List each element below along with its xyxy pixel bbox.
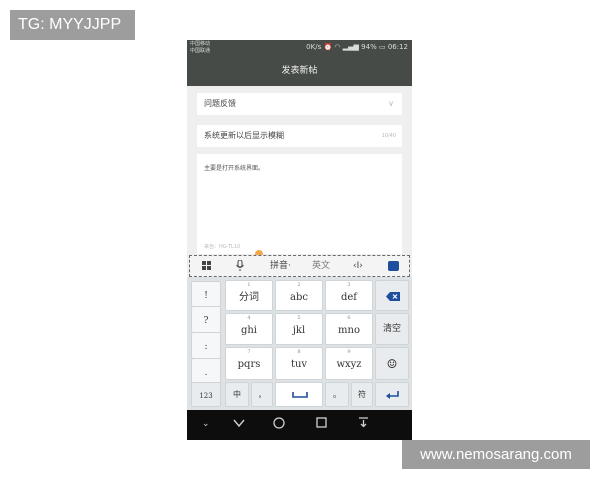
page-title: 发表新帖: [187, 56, 412, 86]
keyboard: ! ? : . 1 分词 2 abc 3 def 4 ghi 5 jkl 6 mno 清空 …: [187, 277, 412, 410]
keyboard-toolbar: 拼音· 英文 ‹I›: [189, 255, 410, 277]
hide-keyboard-icon[interactable]: [388, 256, 399, 276]
key-4[interactable]: 4 ghi: [225, 313, 273, 345]
english-mode[interactable]: 英文: [312, 256, 330, 276]
battery-icon: ▭: [378, 43, 386, 51]
clear-key[interactable]: 清空: [375, 313, 409, 345]
watermark-top-left: TG: MYYJJPP: [10, 10, 135, 40]
symbols-key[interactable]: 符: [351, 382, 373, 407]
navigation-bar: ⌄: [187, 410, 412, 440]
lang-key[interactable]: 中: [225, 382, 249, 407]
chevron-down-icon: ∨: [388, 99, 394, 108]
space-key[interactable]: [275, 382, 323, 407]
network-speed: 0K/s: [306, 43, 322, 51]
phone-screen: 中国移动 中国联通 0K/s ⏰ ◠ ▂▄▆ 94% ▭ 06:12 发表新帖 …: [187, 40, 412, 440]
emoji-key[interactable]: ☺: [375, 347, 409, 380]
backspace-key[interactable]: [375, 280, 409, 311]
title-input[interactable]: 系统更新以后显示模糊 10/40: [197, 125, 402, 147]
comma-key[interactable]: ，: [251, 382, 273, 407]
microphone-icon[interactable]: [236, 256, 244, 276]
status-bar: 中国移动 中国联通 0K/s ⏰ ◠ ▂▄▆ 94% ▭ 06:12: [187, 40, 412, 56]
key-9[interactable]: 9 wxyz: [325, 347, 373, 380]
collapse-icon[interactable]: ⌄: [202, 417, 210, 431]
enter-key[interactable]: [375, 382, 409, 407]
pinyin-mode[interactable]: 拼音·: [270, 256, 291, 276]
title-value: 系统更新以后显示模糊: [204, 131, 284, 140]
wifi-icon: ◠: [334, 43, 341, 51]
signal-icon: ▂▄▆: [342, 43, 359, 51]
clock: 06:12: [387, 43, 408, 51]
key-1[interactable]: 1 分词: [225, 280, 273, 311]
alarm-icon: ⏰: [323, 43, 333, 51]
watermark-bottom-right: www.nemosarang.com: [402, 440, 590, 469]
battery-percent: 94%: [361, 43, 377, 51]
carrier-label: 中国移动 中国联通: [190, 41, 211, 54]
key-question[interactable]: ?: [191, 307, 221, 333]
home-icon[interactable]: [273, 417, 285, 432]
notification-icon[interactable]: [358, 417, 369, 432]
key-5[interactable]: 5 jkl: [275, 313, 323, 345]
grid-icon[interactable]: [202, 256, 211, 276]
emoji-icon: ☺: [386, 357, 398, 371]
key-3[interactable]: 3 def: [325, 280, 373, 311]
cursor-mode[interactable]: ‹I›: [353, 256, 363, 276]
period-key[interactable]: 。: [325, 382, 349, 407]
recent-apps-icon[interactable]: [316, 417, 327, 431]
key-7[interactable]: 7 pqrs: [225, 347, 273, 380]
key-2[interactable]: 2 abc: [275, 280, 323, 311]
key-6[interactable]: 6 mno: [325, 313, 373, 345]
category-value: 问题反馈: [204, 99, 236, 108]
key-8[interactable]: 8 tuv: [275, 347, 323, 380]
device-signature: 来自：HG-TL10: [204, 244, 241, 250]
body-textarea[interactable]: 主要是打开系统界面。 来自：HG-TL10: [197, 154, 402, 258]
category-select[interactable]: 问题反馈 ∨: [197, 93, 402, 115]
space-icon: [292, 392, 308, 398]
back-icon[interactable]: [233, 417, 245, 431]
backspace-icon: [386, 292, 400, 301]
status-right: 0K/s ⏰ ◠ ▂▄▆ 94% ▭ 06:12: [306, 43, 408, 51]
enter-icon: [386, 391, 399, 399]
key-colon[interactable]: :: [191, 333, 221, 359]
num-mode-key[interactable]: 123: [191, 382, 221, 407]
title-char-count: 10/40: [381, 133, 396, 139]
body-value: 主要是打开系统界面。: [204, 165, 265, 172]
key-exclaim[interactable]: !: [191, 281, 221, 307]
